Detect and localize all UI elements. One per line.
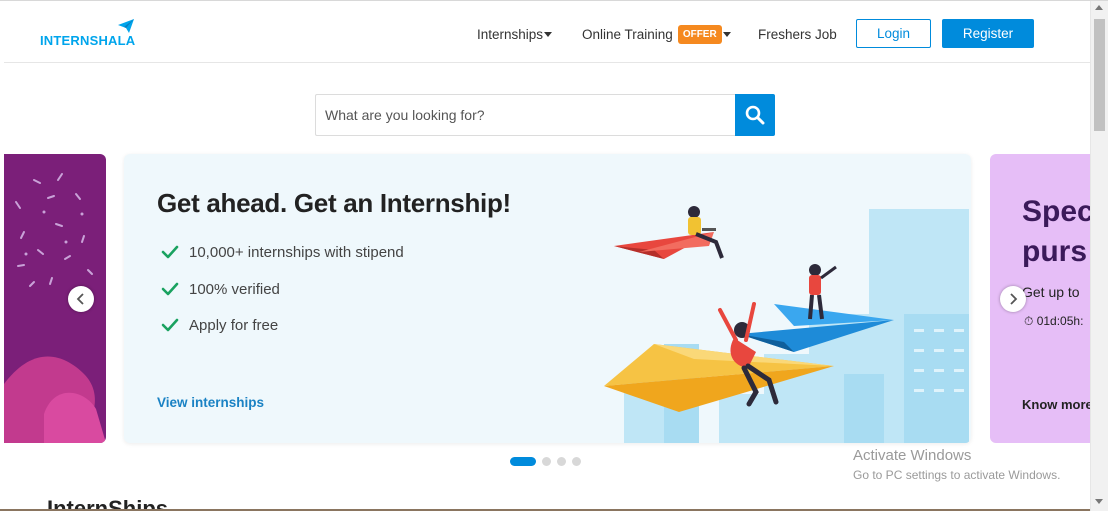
search-icon [745,105,765,125]
nav-online-training-label: Online Training [582,26,673,42]
check-icon [161,282,179,296]
nav-internships[interactable]: Internships [477,5,553,63]
carousel-dot-active[interactable] [510,457,536,466]
nav-freshers-job[interactable]: Freshers Job [758,5,837,63]
logo-text: INTERNSHALA [40,33,136,48]
login-button[interactable]: Login [856,19,931,48]
feature-item: Apply for free [160,315,278,335]
activate-windows-title: Activate Windows [853,447,972,464]
internshala-logo[interactable]: INTERNSHALA [40,19,136,49]
carousel-slide-active[interactable]: Get ahead. Get an Internship! 10,000+ in… [124,154,971,443]
next-slide-timer: ⏱ 01d:05h: [1024,314,1084,328]
register-button[interactable]: Register [942,19,1034,48]
offer-badge: OFFER [677,24,722,44]
carousel-prev-button[interactable] [68,286,94,312]
feature-item: 10,000+ internships with stipend [160,242,404,262]
nav-internships-label: Internships [477,26,544,42]
nav-freshers-job-label: Freshers Job [758,26,837,42]
feature-text: 100% verified [189,280,280,298]
carousel-dot[interactable] [557,457,566,466]
carousel-dot[interactable] [572,457,581,466]
check-icon [161,318,179,332]
next-slide-title: Spec purs [1022,192,1090,272]
feature-item: 100% verified [160,279,280,299]
next-slide-title-line2: purs [1022,235,1088,268]
nav-online-training[interactable]: Online Training OFFER [582,5,731,63]
feature-text: Apply for free [189,316,279,334]
scrollbar-thumb[interactable] [1094,19,1105,131]
activate-windows-subtitle: Go to PC settings to activate Windows. [853,468,1061,482]
vertical-scrollbar[interactable] [1090,1,1108,511]
carousel-indicators [510,457,581,466]
chevron-down-icon [722,31,731,37]
carousel-dot[interactable] [542,457,551,466]
chevron-left-icon [76,293,84,305]
next-slide-title-line1: Spec [1022,195,1090,228]
site-header: INTERNSHALA Internships Online Training … [4,5,1090,63]
paper-plane-illustration [604,206,969,443]
view-internships-link[interactable]: View internships [157,395,264,410]
check-icon [161,245,179,259]
slide-headline: Get ahead. Get an Internship! [157,188,511,218]
search-input[interactable] [315,94,736,136]
scroll-up-arrow-icon[interactable] [1095,5,1103,10]
scroll-down-arrow-icon[interactable] [1095,499,1103,504]
browser-viewport: INTERNSHALA Internships Online Training … [0,0,1108,511]
search-button[interactable] [735,94,775,136]
carousel-next-button[interactable] [1000,286,1026,312]
chevron-right-icon [1010,293,1018,305]
paper-plane-icon [118,19,134,33]
know-more-link[interactable]: Know more [1022,397,1090,412]
chevron-down-icon [544,31,553,37]
next-slide-subtitle: Get up to [1022,284,1080,300]
feature-text: 10,000+ internships with stipend [189,243,404,261]
